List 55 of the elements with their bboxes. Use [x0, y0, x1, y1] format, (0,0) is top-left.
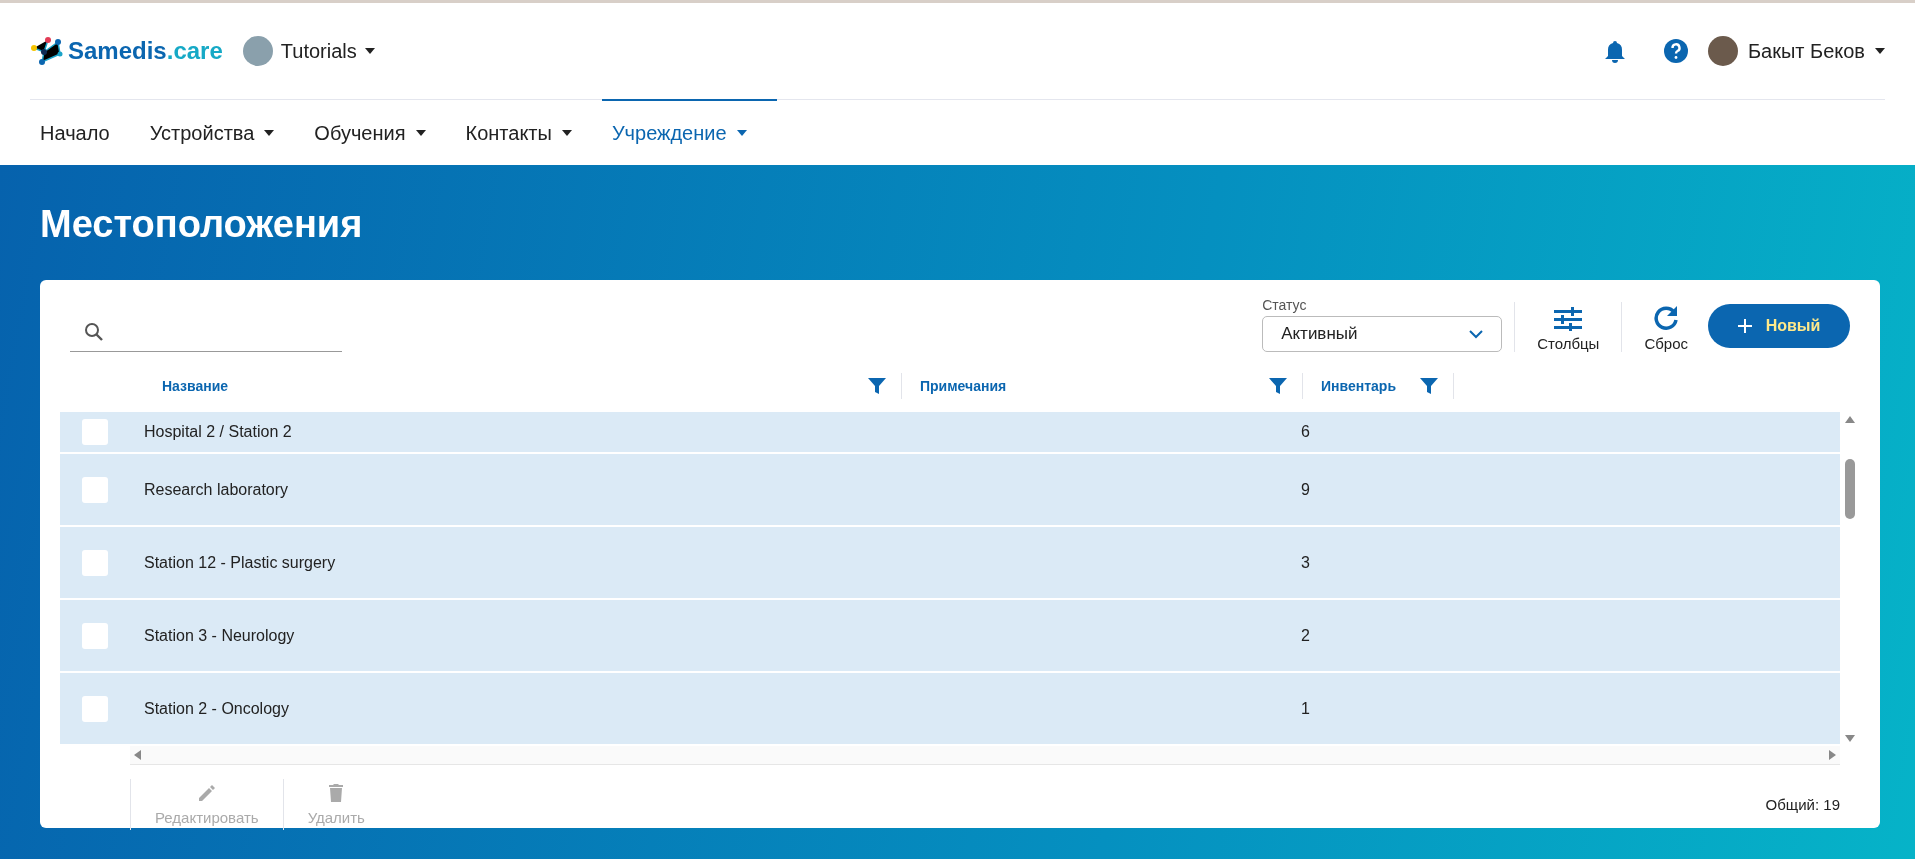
bell-icon[interactable]: [1603, 39, 1626, 63]
row-checkbox[interactable]: [82, 419, 108, 445]
logo-icon: [30, 36, 64, 66]
filter-icon[interactable]: [1268, 376, 1288, 396]
right-arrow-icon: [1829, 750, 1836, 760]
page-title: Местоположения: [40, 202, 364, 247]
search-icon: [84, 321, 104, 342]
chevron-icon: [1469, 329, 1484, 339]
caret-icon: [364, 48, 375, 54]
nav-tab[interactable]: Обучения: [304, 99, 456, 165]
sliders-icon: [1554, 307, 1583, 331]
table-cell: Station 2 - Oncology: [144, 699, 289, 717]
table-cell: 1: [1301, 699, 1310, 717]
nav-tab[interactable]: Контакты: [455, 99, 602, 165]
table-cell: Research laboratory: [144, 480, 289, 498]
avatar: [1707, 36, 1738, 66]
status-label: Статус: [1262, 297, 1308, 313]
scrollbar-thumb[interactable]: [1845, 459, 1855, 519]
logo-text[interactable]: Samedis.care: [68, 37, 223, 65]
row-checkbox[interactable]: [82, 549, 108, 576]
row-checkbox[interactable]: [82, 476, 108, 503]
table-cell: Station 3 - Neurology: [144, 626, 295, 644]
table-cell: Station 12 - Plastic surgery: [144, 553, 336, 571]
column-header[interactable]: Примечания: [920, 378, 1007, 394]
pencil-icon: [196, 782, 217, 803]
table-cell: Hospital 2 / Station 2: [144, 423, 292, 440]
up-arrow-icon: [1845, 416, 1855, 423]
table-cell: 3: [1301, 553, 1310, 571]
workspace-image: [242, 36, 273, 66]
table-cell: 6: [1301, 423, 1310, 440]
help-icon[interactable]: [1663, 39, 1688, 63]
trash-icon: [328, 782, 345, 803]
left-arrow-icon: [134, 750, 141, 760]
filter-icon[interactable]: [867, 376, 887, 396]
filter-icon[interactable]: [1419, 376, 1439, 396]
status-dropdown[interactable]: Активный: [1262, 316, 1503, 352]
column-header[interactable]: Инвентарь: [1321, 378, 1396, 394]
reset-button[interactable]: Сброс: [1634, 305, 1698, 352]
refresh-icon: [1653, 305, 1680, 331]
caret-icon: [1875, 48, 1885, 54]
table-cell: 2: [1301, 626, 1310, 644]
workspace-selector[interactable]: Tutorials: [242, 36, 375, 66]
table-cell: 9: [1301, 480, 1310, 498]
new-button[interactable]: Новый: [1708, 304, 1850, 348]
nav-tab[interactable]: Устройства: [139, 99, 305, 165]
row-checkbox[interactable]: [82, 622, 108, 649]
column-header[interactable]: Название: [162, 378, 229, 394]
plus-icon: [1737, 319, 1752, 333]
down-arrow-icon: [1845, 735, 1855, 742]
row-checkbox[interactable]: [82, 695, 108, 722]
nav-tab[interactable]: Начало: [30, 99, 140, 165]
user-menu[interactable]: Бакыт Беков: [1707, 36, 1885, 66]
total-count: Общий: 19: [1765, 795, 1840, 813]
columns-button[interactable]: Столбцы: [1527, 307, 1610, 352]
horizontal-scrollbar[interactable]: [130, 746, 1840, 765]
